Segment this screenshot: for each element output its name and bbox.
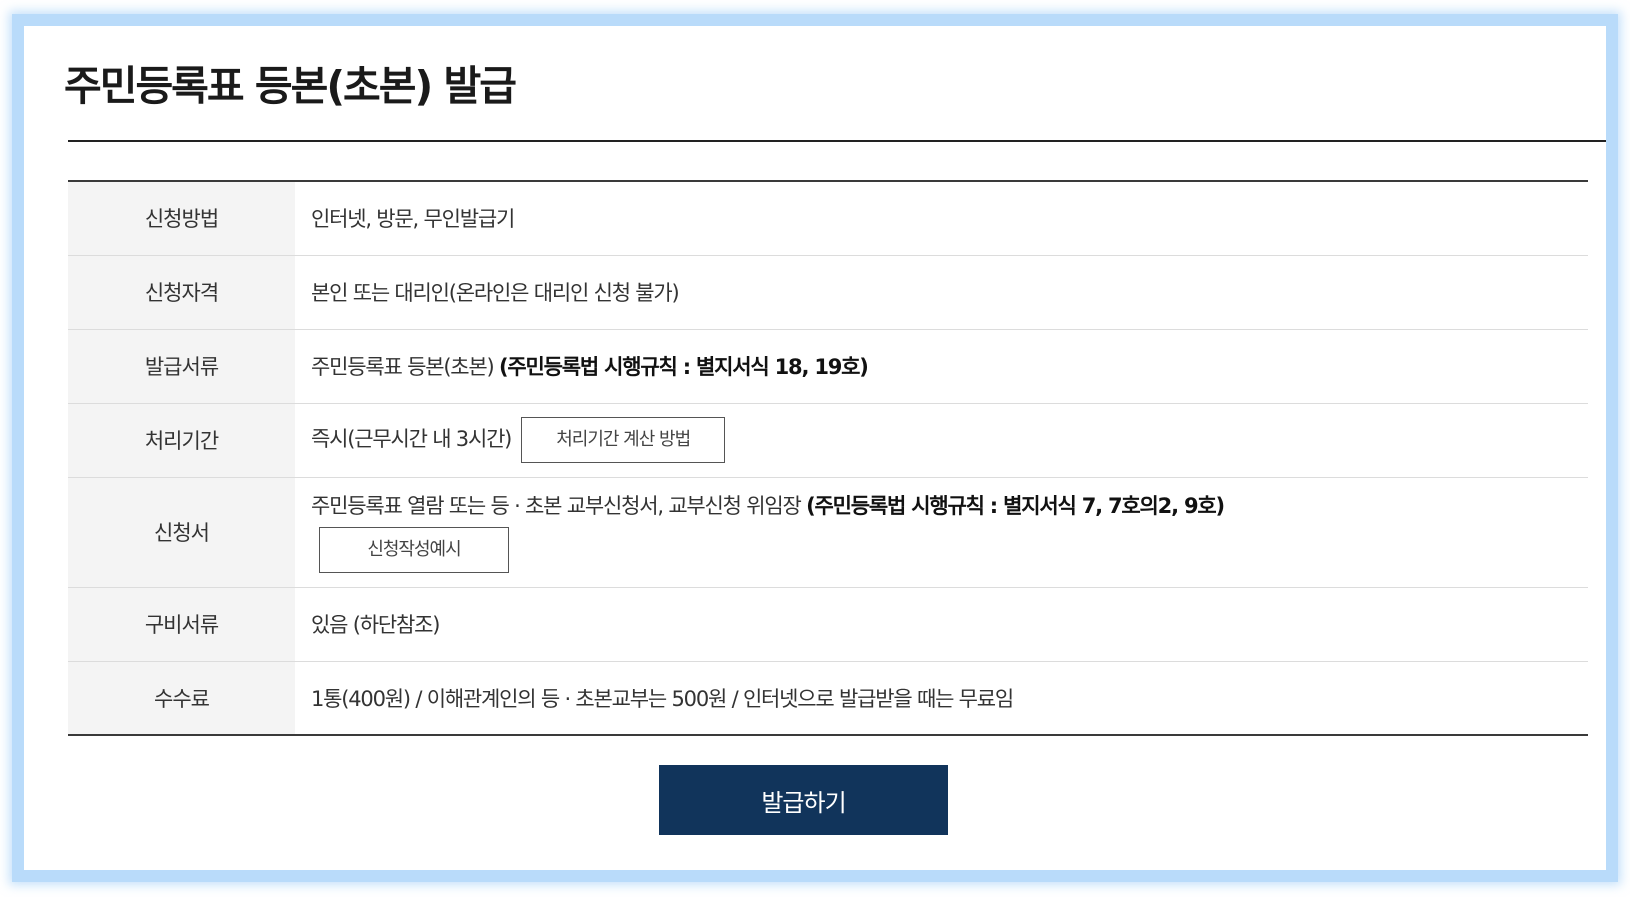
table-row-fee: 수수료 1통(400원) / 이해관계인의 등 · 초본교부는 500원 / 인…	[68, 661, 1588, 735]
row-label-documents: 발급서류	[68, 329, 295, 404]
row-label-method: 신청방법	[68, 181, 295, 256]
table-row-application: 신청서 주민등록표 열람 또는 등 · 초본 교부신청서, 교부신청 위임장 (…	[68, 477, 1588, 588]
row-value-documents-legal: (주민등록법 시행규칙 : 별지서식 18, 19호)	[499, 355, 869, 379]
row-value-application-legal: (주민등록법 시행규칙 : 별지서식 7, 7호의2, 9호)	[806, 494, 1225, 518]
table-row-documents: 발급서류 주민등록표 등본(초본) (주민등록법 시행규칙 : 별지서식 18,…	[68, 329, 1588, 404]
row-value-application: 주민등록표 열람 또는 등 · 초본 교부신청서, 교부신청 위임장	[311, 494, 807, 518]
table-row-method: 신청방법 인터넷, 방문, 무인발급기	[68, 181, 1588, 256]
issue-button[interactable]: 발급하기	[659, 765, 948, 835]
row-value-method: 인터넷, 방문, 무인발급기	[295, 181, 1588, 256]
row-value-documents-cell: 주민등록표 등본(초본) (주민등록법 시행규칙 : 별지서식 18, 19호)	[295, 329, 1588, 404]
row-value-documents: 주민등록표 등본(초본)	[311, 355, 500, 379]
table-row-eligibility: 신청자격 본인 또는 대리인(온라인은 대리인 신청 불가)	[68, 255, 1588, 330]
row-value-processing-cell: 즉시(근무시간 내 3시간) 처리기간 계산 방법	[295, 403, 1588, 478]
row-label-processing: 처리기간	[68, 403, 295, 478]
row-value-fee: 1통(400원) / 이해관계인의 등 · 초본교부는 500원 / 인터넷으로…	[311, 686, 1014, 711]
page-title: 주민등록표 등본(초본) 발급	[64, 62, 517, 110]
row-value-application-cell: 주민등록표 열람 또는 등 · 초본 교부신청서, 교부신청 위임장 (주민등록…	[295, 477, 1588, 588]
row-label-required-docs: 구비서류	[68, 587, 295, 662]
service-info-table: 신청방법 인터넷, 방문, 무인발급기 신청자격 본인 또는 대리인(온라인은 …	[68, 180, 1588, 736]
row-value-eligibility: 본인 또는 대리인(온라인은 대리인 신청 불가)	[295, 255, 1588, 330]
table-row-processing: 처리기간 즉시(근무시간 내 3시간) 처리기간 계산 방법	[68, 403, 1588, 478]
row-label-fee: 수수료	[68, 661, 295, 735]
title-divider	[68, 140, 1606, 142]
row-label-application: 신청서	[68, 477, 295, 588]
row-value-application-text: 주민등록표 열람 또는 등 · 초본 교부신청서, 교부신청 위임장 (주민등록…	[311, 491, 1588, 521]
application-example-button[interactable]: 신청작성예시	[319, 527, 509, 573]
service-panel: 주민등록표 등본(초본) 발급 신청방법 인터넷, 방문, 무인발급기 신청자격…	[12, 14, 1618, 882]
row-value-required-docs: 있음 (하단참조)	[295, 587, 1588, 662]
row-label-eligibility: 신청자격	[68, 255, 295, 330]
processing-time-calc-button[interactable]: 처리기간 계산 방법	[521, 417, 726, 463]
row-value-processing: 즉시(근무시간 내 3시간)	[311, 427, 512, 451]
table-row-required-docs: 구비서류 있음 (하단참조)	[68, 587, 1588, 662]
